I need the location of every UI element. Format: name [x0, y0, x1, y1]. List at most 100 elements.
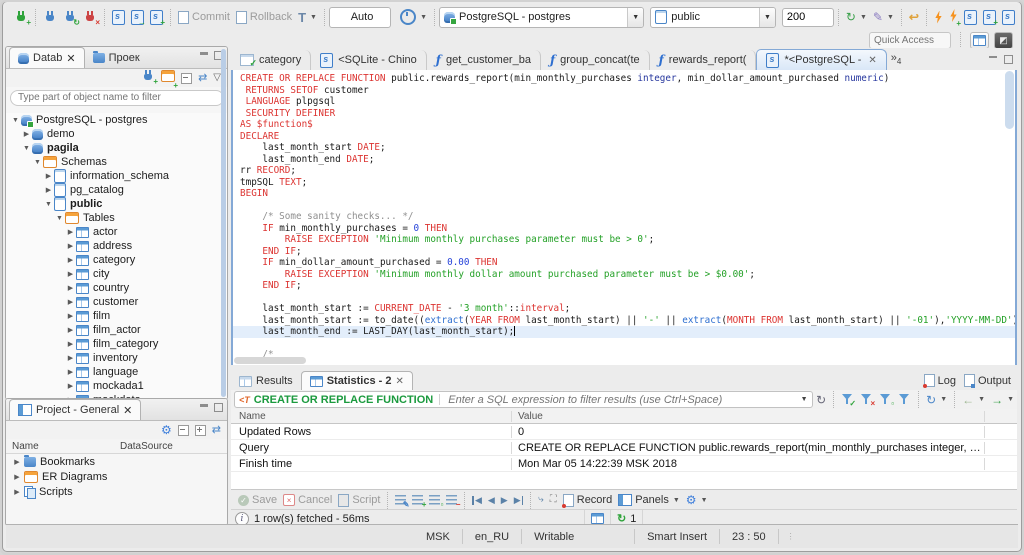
tree-item-schemas[interactable]: ▼ Schemas	[6, 155, 227, 169]
expand-arrow-icon[interactable]: ▶	[6, 458, 24, 466]
minimize-icon[interactable]	[988, 55, 998, 64]
tree-item-postgresql-postgres[interactable]: ▼ PostgreSQL - postgres	[6, 113, 227, 128]
tree-item-pagila[interactable]: ▼ pagila	[6, 141, 227, 155]
link-with-editor-button[interactable]: ⇄	[198, 72, 207, 84]
code-line-22[interactable]: last_month_start := to_date((extract(YEA…	[240, 315, 1015, 327]
expand-arrow-icon[interactable]: ▶	[65, 256, 76, 264]
column-header-value[interactable]: Value	[512, 410, 985, 422]
panels-button[interactable]: Panels ▼	[615, 489, 683, 511]
recent-sql-editor-button[interactable]: →	[128, 6, 147, 28]
refresh-results-button[interactable]: ↻	[813, 389, 829, 411]
code-line-14[interactable]: IF min_monthly_purchases = 0 THEN	[240, 223, 1001, 235]
expand-arrow-icon[interactable]: ▼	[10, 117, 21, 124]
close-icon[interactable]: ✕	[868, 55, 876, 66]
tree-item-pg-catalog[interactable]: ▶ pg_catalog	[6, 183, 227, 197]
editor-horizontal-scrollbar[interactable]	[234, 357, 306, 364]
tree-item-inventory[interactable]: ▶ inventory	[6, 351, 227, 365]
tree-item-mockada1[interactable]: ▶ mockada1	[6, 379, 227, 393]
fetch-next-page-button[interactable]: → ▼	[988, 389, 1017, 411]
expand-arrow-icon[interactable]: ▶	[65, 284, 76, 292]
transaction-log-button[interactable]: ▼	[397, 6, 430, 28]
tab-project-general[interactable]: Project - General ✕	[9, 399, 142, 420]
expand-arrow-icon[interactable]: ▶	[43, 172, 54, 180]
script-button[interactable]: Script	[335, 489, 383, 511]
tab-projects[interactable]: Проек	[85, 48, 148, 68]
grid-row-updated-rows[interactable]: Updated Rows 0	[231, 424, 1017, 440]
close-icon[interactable]: ✕	[123, 404, 132, 417]
sql-editor[interactable]: CREATE OR REPLACE FUNCTION public.reward…	[231, 70, 1017, 367]
quick-access-input[interactable]	[869, 31, 951, 49]
expand-arrow-icon[interactable]: ▼	[54, 215, 65, 222]
code-line-11[interactable]: BEGIN	[240, 188, 1001, 200]
code-line-17[interactable]: IF min_dollar_amount_purchased = 0.00 TH…	[240, 257, 1001, 269]
execute-new-tab-button[interactable]: +	[946, 6, 961, 28]
editor-vertical-scrollbar[interactable]	[1005, 71, 1014, 129]
configure-button[interactable]: ⚙	[161, 424, 172, 436]
expand-arrow-icon[interactable]: ▶	[6, 473, 24, 481]
code-line-21[interactable]: last_month_start := CURRENT_DATE - '3 mo…	[240, 303, 1001, 315]
tree-item-demo[interactable]: ▶ demo	[6, 127, 227, 141]
last-row-button[interactable]: ▶	[511, 489, 526, 511]
tree-item-language[interactable]: ▶ language	[6, 365, 227, 379]
grid-row-query[interactable]: Query CREATE OR REPLACE FUNCTION public.r…	[231, 440, 1017, 456]
new-connection-button[interactable]: +	[141, 69, 158, 88]
expand-arrow-icon[interactable]: ▼	[32, 159, 43, 166]
code-line-1[interactable]: CREATE OR REPLACE FUNCTION public.reward…	[240, 73, 1001, 85]
execute-script-new-tab-button[interactable]: +	[980, 6, 999, 28]
edit-value-button[interactable]: ✎	[392, 489, 409, 511]
expand-arrow-icon[interactable]: ▶	[65, 298, 76, 306]
new-sql-script-button[interactable]: +	[147, 6, 166, 28]
editor-tab-category[interactable]: category	[231, 50, 312, 70]
zoom-value-button[interactable]: ⛶	[547, 489, 560, 511]
expand-arrow-icon[interactable]: ▶	[65, 382, 76, 390]
tree-item-film[interactable]: ▶ film	[6, 309, 227, 323]
add-row-button[interactable]: +	[409, 489, 426, 511]
new-sql-editor-button[interactable]	[109, 6, 128, 28]
maximize-icon[interactable]	[1003, 54, 1013, 64]
minimize-icon[interactable]	[199, 403, 209, 412]
tree-item-category[interactable]: ▶ category	[6, 253, 227, 267]
auto-refresh-menu-button[interactable]: ↻ ▼	[923, 389, 950, 411]
filter-remove-button[interactable]: ×	[857, 389, 876, 411]
expand-arrow-icon[interactable]: ▶	[65, 326, 76, 334]
code-line-4[interactable]: SECURITY DEFINER	[240, 108, 1001, 120]
link-with-editor-button[interactable]: ⇄	[212, 424, 221, 436]
code-line-8[interactable]: last_month_end DATE;	[240, 154, 1001, 166]
commit-button[interactable]: Commit	[175, 6, 233, 28]
goto-row-button[interactable]: ⤷	[535, 489, 547, 511]
expand-arrow-icon[interactable]: ▶	[21, 130, 32, 138]
output-button[interactable]: Output	[963, 374, 1011, 388]
column-header-name[interactable]: Name	[231, 410, 512, 422]
tree-item-film-category[interactable]: ▶ film_category	[6, 337, 227, 351]
expand-arrow-icon[interactable]: ▶	[65, 340, 76, 348]
close-icon[interactable]: ✕	[66, 52, 75, 65]
reconnect-button[interactable]: ↻	[60, 6, 80, 28]
maximize-icon[interactable]	[213, 403, 223, 412]
code-line-23[interactable]: last_month_end := LAST_DAY(last_month_st…	[233, 326, 1015, 338]
tree-item-actor[interactable]: ▶ actor	[6, 225, 227, 239]
close-icon[interactable]: ✕	[396, 376, 404, 387]
connect-button[interactable]: +	[11, 6, 31, 28]
code-line-24[interactable]	[240, 338, 1001, 350]
expand-arrow-icon[interactable]: ▶	[65, 368, 76, 376]
transaction-mode-button[interactable]: T ▼	[295, 6, 320, 28]
next-row-button[interactable]: ▶	[498, 489, 511, 511]
expand-arrow-icon[interactable]: ▶	[43, 186, 54, 194]
project-item-scripts[interactable]: ▶ Scripts	[6, 484, 227, 499]
view-menu-button[interactable]: ▽	[213, 73, 221, 83]
code-line-3[interactable]: LANGUAGE plpgsql	[240, 96, 1001, 108]
code-line-9[interactable]: rr RECORD;	[240, 165, 1001, 177]
results-filter-input[interactable]	[446, 392, 797, 407]
tree-item-film-actor[interactable]: ▶ film_actor	[6, 323, 227, 337]
tree-item-tables[interactable]: ▼ Tables	[6, 211, 227, 225]
disconnect-all-button[interactable]: ×	[80, 6, 100, 28]
code-line-7[interactable]: last_month_start DATE;	[240, 142, 1001, 154]
first-row-button[interactable]: ◀	[469, 489, 484, 511]
editor-tab-postgresql[interactable]: *<PostgreSQL - ✕	[756, 49, 887, 70]
expand-all-button[interactable]	[194, 424, 206, 436]
collapse-all-button[interactable]	[181, 72, 193, 84]
expand-arrow-icon[interactable]: ▼	[43, 201, 54, 208]
tab-statistics[interactable]: Statistics - 2 ✕	[300, 371, 413, 390]
grid-row-finish-time[interactable]: Finish time Mon Mar 05 14:22:39 MSK 2018	[231, 456, 1017, 472]
code-line-16[interactable]: END IF;	[240, 246, 1001, 258]
